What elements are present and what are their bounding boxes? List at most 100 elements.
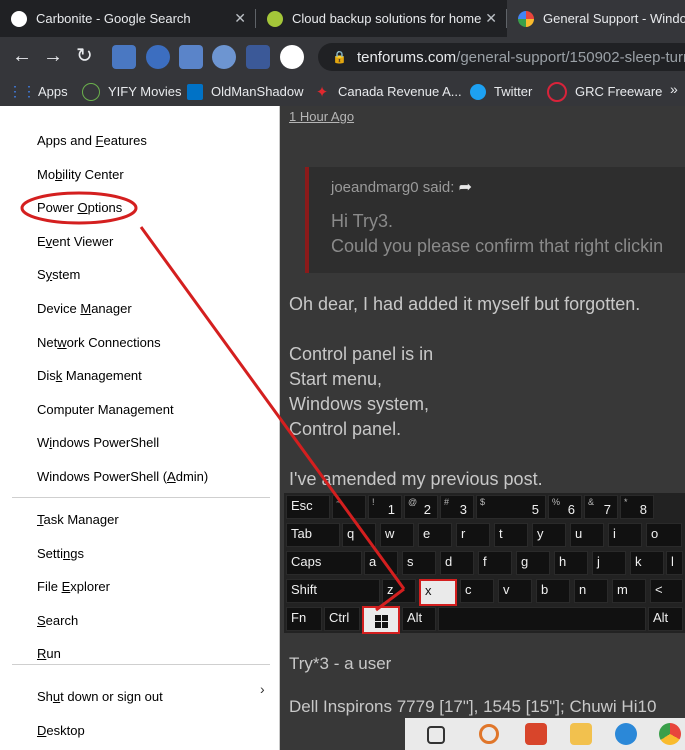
menu-item[interactable]: Shut down or sign out [37, 689, 163, 704]
key-alt-left: Alt [402, 607, 436, 631]
bookmark-grc[interactable]: GRC Freeware [547, 77, 662, 106]
menu-item[interactable]: File Explorer [37, 579, 110, 594]
menu-item[interactable]: Power Options [37, 200, 122, 215]
key-tab: Tab [286, 523, 340, 547]
quote-line: Hi Try3. [331, 211, 394, 231]
grc-icon [547, 81, 567, 102]
menu-item[interactable]: Desktop [37, 723, 85, 738]
post-text-line: Control panel is in [289, 344, 434, 364]
close-icon[interactable]: ✕ [485, 10, 497, 27]
menu-item[interactable]: Settings [37, 546, 84, 561]
key-6: % 6 [548, 495, 582, 519]
tab-general-support[interactable]: General Support - Window [507, 0, 685, 37]
tab-title: Carbonite - Google Search [36, 11, 191, 26]
key-alt-right: Alt [648, 607, 683, 631]
key-v: v [498, 579, 532, 603]
menu-item[interactable]: Task Manager [37, 512, 119, 527]
menu-item[interactable]: Device Manager [37, 301, 132, 316]
globe-icon[interactable] [146, 45, 170, 69]
carbonite-icon [267, 10, 283, 27]
key-l: l [666, 551, 683, 575]
outlook-icon [187, 83, 203, 100]
key-n: n [574, 579, 608, 603]
tab-cloud-backup[interactable]: Cloud backup solutions for home a ✕ [256, 0, 507, 37]
facebook-icon[interactable] [246, 45, 270, 69]
key-t: t [494, 523, 528, 547]
tab-carbonite-search[interactable]: Carbonite - Google Search ✕ [0, 0, 256, 37]
post-timestamp[interactable]: 1 Hour Ago [289, 109, 354, 124]
compass-icon[interactable] [212, 45, 236, 69]
menu-item[interactable]: Computer Management [37, 402, 174, 417]
key-1: ! 1 [368, 495, 402, 519]
forward-arrow-icon[interactable]: → [43, 45, 63, 67]
post-text-line: Start menu, [289, 369, 383, 389]
bookmark-label: YIFY Movies [108, 84, 182, 99]
bookmark-label: Canada Revenue A... [338, 84, 462, 99]
key-5: $5 [476, 495, 546, 519]
menu-item[interactable]: Windows PowerShell (Admin) [37, 469, 208, 484]
key-8: * 8 [620, 495, 654, 519]
key-windows-highlighted [362, 606, 400, 634]
edge-icon[interactable] [615, 723, 637, 745]
menu-item[interactable]: Network Connections [37, 335, 161, 350]
address-path: /general-support/150902-sleep-turr [456, 48, 685, 66]
menu-item[interactable]: Disk Management [37, 368, 142, 383]
key-s: s [402, 551, 436, 575]
file-explorer-icon[interactable] [570, 723, 592, 745]
ebay-icon[interactable] [280, 45, 304, 69]
menu-item[interactable]: Run [37, 646, 61, 661]
key-k: k [630, 551, 664, 575]
reload-icon[interactable]: ↻ [76, 45, 93, 67]
tab-bar: Carbonite - Google Search ✕ Cloud backup… [0, 0, 685, 37]
task-view-icon[interactable] [427, 726, 445, 744]
post-text-line: Control panel. [289, 419, 402, 439]
key-z: z [382, 579, 416, 603]
back-arrow-icon[interactable]: ← [12, 45, 32, 67]
yify-icon [82, 82, 100, 101]
key-d: d [440, 551, 474, 575]
key-h: h [554, 551, 588, 575]
menu-item[interactable]: Apps and Features [37, 133, 147, 148]
bookmark-label: GRC Freeware [575, 84, 663, 99]
key-esc: Esc [286, 495, 330, 519]
bookmarks-bar: ⋮⋮ Apps YIFY Movies OldManShadow ✦ Canad… [0, 77, 685, 107]
menu-divider [12, 664, 270, 665]
menu-item[interactable]: System [37, 267, 80, 282]
bookmark-label: Apps [38, 84, 68, 99]
chrome-icon[interactable] [659, 723, 681, 745]
windows-logo-icon [375, 615, 388, 628]
key-space [438, 607, 646, 631]
post-text-line: Oh dear, I had added it myself but forgo… [289, 294, 641, 314]
google-icon [11, 10, 27, 27]
bookmark-twitter[interactable]: Twitter [470, 77, 532, 106]
key-b: b [536, 579, 570, 603]
menu-item[interactable]: Mobility Center [37, 167, 124, 182]
quote-block: joeandmarg0 said: ➦ Hi Try3. Could you p… [305, 167, 685, 273]
key-comma: < [650, 579, 683, 603]
home-icon[interactable] [112, 45, 136, 69]
key-m: m [612, 579, 646, 603]
menu-item[interactable]: Event Viewer [37, 234, 113, 249]
tenforums-icon [518, 10, 534, 27]
key-c: c [460, 579, 494, 603]
bookmark-canada-revenue[interactable]: ✦ Canada Revenue A... [314, 77, 462, 106]
key-o: o [646, 523, 682, 547]
address-bar[interactable]: 🔒 tenforums.com /general-support/150902-… [318, 43, 685, 71]
bookmark-oldmanshadow[interactable]: OldManShadow [187, 77, 304, 106]
browser-toolbar: ← → ↻ 🔒 tenforums.com /general-support/1… [0, 37, 685, 77]
key-a: a [364, 551, 398, 575]
menu-item[interactable]: Windows PowerShell [37, 435, 159, 450]
address-domain: tenforums.com [356, 48, 457, 66]
more-bookmarks-icon[interactable]: » [670, 81, 678, 97]
post-text-line: Windows system, [289, 394, 430, 414]
ccleaner-icon[interactable] [525, 723, 547, 745]
key-2: @2 [404, 495, 438, 519]
menu-item[interactable]: Search [37, 613, 78, 628]
ymail-icon[interactable] [179, 45, 203, 69]
bookmark-apps[interactable]: ⋮⋮ Apps [8, 77, 68, 106]
view-post-arrow-icon[interactable]: ➦ [459, 179, 472, 196]
bookmark-label: OldManShadow [211, 84, 304, 99]
search-icon[interactable] [479, 724, 499, 744]
bookmark-yify[interactable]: YIFY Movies [82, 77, 181, 106]
close-icon[interactable]: ✕ [234, 10, 246, 27]
